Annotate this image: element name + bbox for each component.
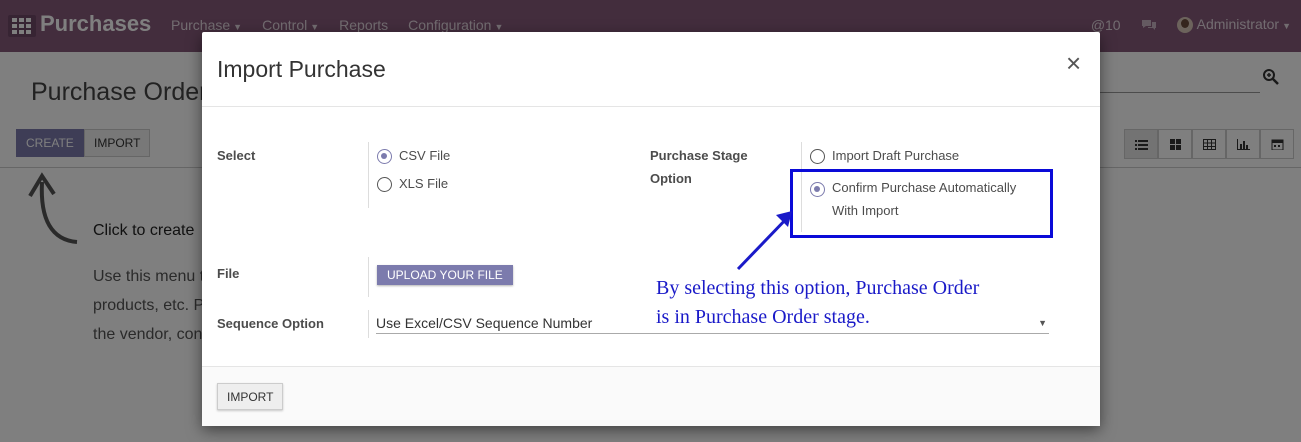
- radio-import-draft[interactable]: Import Draft Purchase: [810, 148, 959, 164]
- highlight-box: [790, 169, 1053, 238]
- sequence-label: Sequence Option: [217, 316, 324, 331]
- arrow-icon: [736, 211, 792, 271]
- divider: [368, 310, 369, 338]
- close-icon[interactable]: ×: [1066, 50, 1081, 76]
- import-submit-button[interactable]: IMPORT: [217, 383, 284, 410]
- radio-xls-file[interactable]: XLS File: [377, 176, 448, 192]
- radio-unchecked-icon: [810, 149, 825, 164]
- upload-file-button[interactable]: UPLOAD YOUR FILE: [377, 265, 513, 285]
- dialog-footer: IMPORT: [202, 366, 1100, 426]
- select-label: Select: [217, 148, 256, 163]
- dialog-title: Import Purchase: [217, 56, 386, 82]
- caret-down-icon: ▼: [1038, 318, 1047, 328]
- divider: [368, 257, 369, 297]
- radio-csv-file[interactable]: CSV File: [377, 148, 450, 164]
- file-label: File: [217, 266, 240, 281]
- import-purchase-dialog: Import Purchase × Select CSV File XLS Fi…: [202, 32, 1100, 426]
- stage-label: Purchase Stage: [650, 148, 748, 163]
- annotation-text: By selecting this option, Purchase Order…: [656, 277, 980, 328]
- divider: [368, 142, 369, 208]
- dialog-header: Import Purchase ×: [202, 32, 1100, 107]
- radio-unchecked-icon: [377, 177, 392, 192]
- radio-checked-icon: [377, 149, 392, 164]
- stage-label-option: Option: [650, 171, 692, 186]
